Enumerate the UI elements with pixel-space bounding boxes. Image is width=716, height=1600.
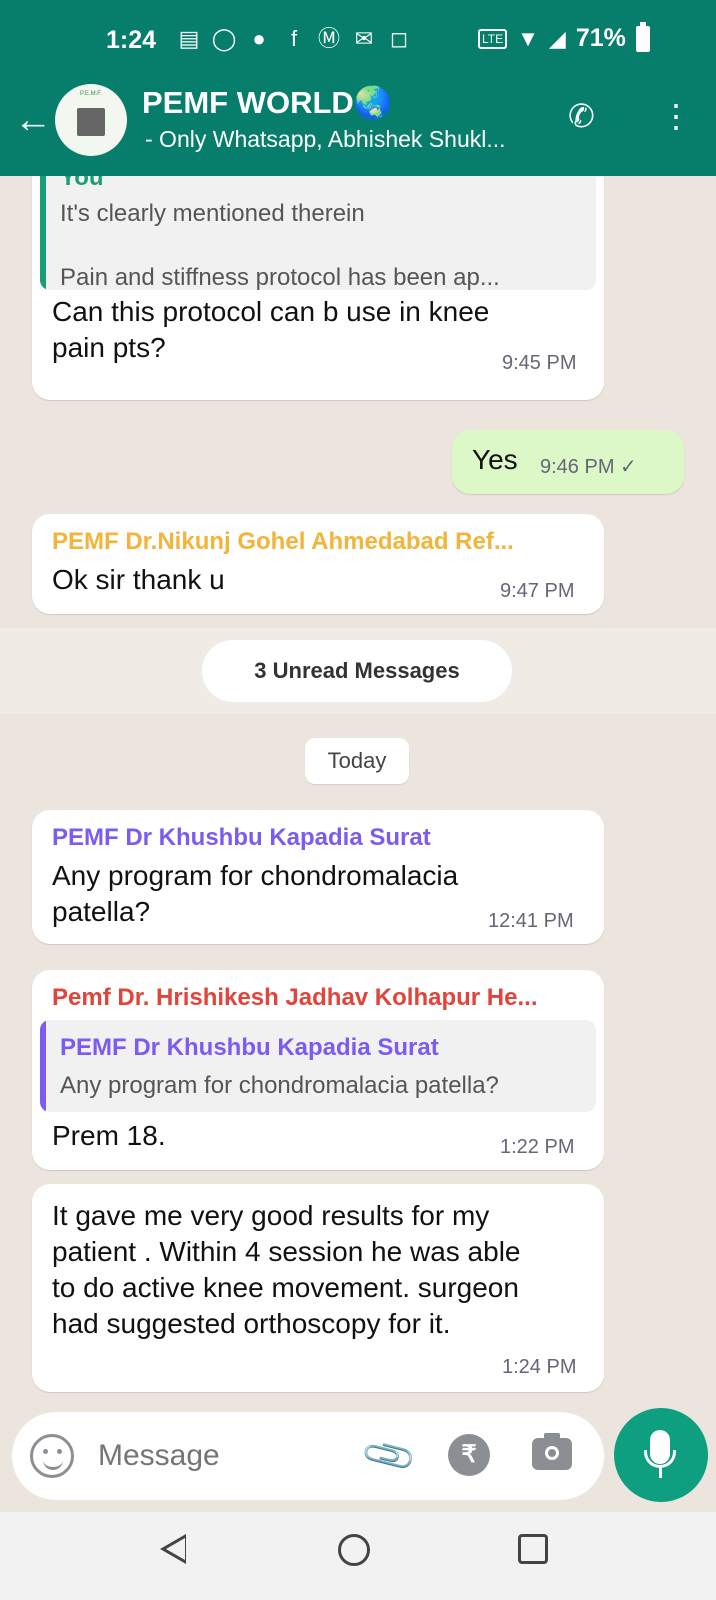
battery-percent: 71% (575, 24, 626, 52)
nav-recents-icon[interactable] (518, 1534, 548, 1564)
message-line: Any program for chondromalacia (52, 860, 459, 891)
battery-icon (635, 21, 650, 52)
moneycontrol-icon: Ⓜ (317, 26, 340, 51)
mic-stand (644, 1450, 676, 1468)
message-bubble[interactable]: Pemf Dr. Hrishikesh Jadhav Kolhapur He..… (32, 970, 604, 1170)
notification-icons: ▤ ◯ ● f Ⓜ ✉ ◻ (176, 26, 412, 52)
status-bar: 1:24 ▤ ◯ ● f Ⓜ ✉ ◻ LTE ▼ ◢ 71% (0, 0, 716, 82)
attach-icon[interactable]: 📎 (358, 1425, 419, 1486)
message-time: 9:47 PM (500, 580, 575, 602)
quote-text: Any program for chondromalacia patella? (60, 1072, 499, 1099)
message-text: Yes (472, 444, 518, 475)
message-input[interactable] (96, 1430, 350, 1482)
message-line: patella? (52, 896, 151, 927)
nav-back-icon[interactable] (160, 1534, 186, 1564)
quote-bar (40, 176, 46, 290)
device-image (77, 108, 105, 136)
message-text: Can this protocol can b use in knee pain… (52, 294, 489, 366)
message-bubble[interactable]: PEMF Dr Khushbu Kapadia Surat Any progra… (32, 810, 604, 944)
sender-name[interactable]: PEMF Dr.Nikunj Gohel Ahmedabad Ref... (52, 528, 592, 556)
wifi-icon: ▼ (517, 25, 539, 51)
sender-name[interactable]: PEMF Dr Khushbu Kapadia Surat (52, 824, 592, 852)
message-bubble[interactable]: It gave me very good results for my pati… (32, 1184, 604, 1392)
volte-icon: LTE (478, 28, 508, 49)
quote-text: Pain and stiffness protocol has been ap.… (60, 264, 500, 290)
quote-sender: You (60, 176, 104, 191)
message-text: Any program for chondromalacia patella? (52, 858, 458, 930)
back-arrow-icon[interactable]: ← (14, 100, 54, 140)
more-options-icon[interactable]: ⋮ (660, 96, 692, 136)
group-avatar[interactable]: P.E.M.F. (55, 84, 127, 156)
whatsapp-icon: ◯ (211, 26, 237, 51)
signal-icon: ◢ (548, 25, 566, 51)
system-icons: LTE ▼ ◢ 71% (478, 21, 650, 53)
sender-name[interactable]: Pemf Dr. Hrishikesh Jadhav Kolhapur He..… (52, 984, 592, 1012)
quote-sender: PEMF Dr Khushbu Kapadia Surat (60, 1034, 439, 1061)
avatar-logo-text: P.E.M.F. (80, 91, 102, 97)
message-time: 1:24 PM (502, 1356, 577, 1378)
quoted-message[interactable]: PEMF Dr Khushbu Kapadia Surat Any progra… (40, 1020, 596, 1112)
voice-record-button[interactable] (614, 1408, 708, 1502)
message-line: Can this protocol can b use in knee (52, 296, 490, 327)
unread-messages-label: 3 Unread Messages (202, 640, 512, 702)
status-time: 1:24 (106, 26, 157, 54)
messages-icon: ● (252, 26, 266, 51)
camera-icon[interactable] (532, 1433, 572, 1470)
quoted-message[interactable]: You It's clearly mentioned therein Pain … (40, 176, 596, 290)
quote-bar (40, 1020, 46, 1112)
message-bubble[interactable]: PEMF Dr.Nikunj Gohel Ahmedabad Ref... Ok… (32, 514, 604, 614)
message-time: 1:22 PM (500, 1136, 575, 1158)
message-composer: 📎 ₹ (12, 1412, 604, 1500)
add-call-icon[interactable]: ✆ (568, 96, 608, 136)
message-time: 9:46 PM ✓ (540, 456, 637, 478)
message-line: to do active knee movement. surgeon (52, 1272, 519, 1303)
chat-header: ← P.E.M.F. PEMF WORLD🌏 - Only Whatsapp, … (0, 82, 716, 176)
payment-rupee-icon[interactable]: ₹ (448, 1434, 490, 1476)
date-separator: Today (305, 738, 409, 784)
message-bubble-outgoing[interactable]: Yes 9:46 PM ✓ (452, 430, 684, 494)
mic-leg (659, 1468, 662, 1478)
chat-title[interactable]: PEMF WORLD🌏 (142, 84, 392, 121)
chat-area: You It's clearly mentioned therein Pain … (0, 176, 716, 1512)
message-line: pain pts? (52, 332, 166, 363)
message-line: had suggested orthoscopy for it. (52, 1308, 451, 1339)
nav-home-icon[interactable] (338, 1534, 370, 1566)
chat-subtitle[interactable]: - Only Whatsapp, Abhishek Shukl... (145, 126, 545, 153)
message-text: It gave me very good results for my pati… (52, 1198, 520, 1342)
instagram-icon: ◻ (389, 26, 409, 51)
emoji-icon[interactable] (30, 1434, 74, 1478)
message-text: Ok sir thank u (52, 564, 225, 595)
mail-icon: ✉ (354, 26, 374, 51)
message-line: It gave me very good results for my (52, 1200, 490, 1231)
message-time: 9:45 PM (502, 352, 577, 374)
message-bubble[interactable]: You It's clearly mentioned therein Pain … (32, 176, 604, 400)
quote-text: It's clearly mentioned therein (60, 200, 365, 227)
system-nav-bar (0, 1512, 716, 1600)
facebook-icon: f (290, 26, 298, 51)
message-line: patient . Within 4 session he was able (52, 1236, 521, 1267)
message-time: 12:41 PM (488, 910, 574, 932)
message-text: Prem 18. (52, 1120, 166, 1151)
notes-icon: ▤ (178, 26, 200, 51)
